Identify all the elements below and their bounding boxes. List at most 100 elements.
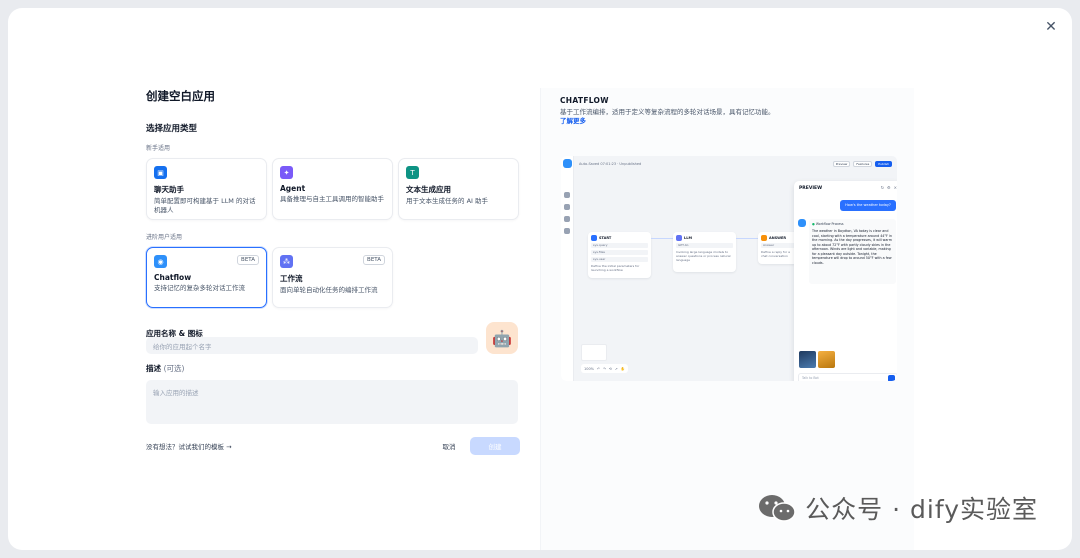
app-type-card-workflow[interactable]: ⁂ BETA 工作流 面向单轮自动化任务的编排工作流: [272, 247, 393, 308]
chat-preview-panel: PREVIEW ↻ ⚙ × How's the weather today? ●…: [794, 181, 897, 381]
node-var: sys.user: [591, 257, 648, 262]
edge: [651, 238, 673, 239]
preview-sidebar: [561, 156, 574, 381]
app-type-card-text-generation[interactable]: T 文本生成应用 用于文本生成任务的 AI 助手: [398, 158, 519, 220]
minimap: [581, 344, 607, 361]
agent-icon: ✦: [280, 166, 293, 179]
pointer-icon: ➚: [614, 366, 618, 371]
close-icon[interactable]: ✕: [1040, 16, 1062, 38]
learn-more-link[interactable]: 了解更多: [560, 117, 586, 125]
card-desc: 用于文本生成任务的 AI 助手: [406, 197, 488, 205]
preview-type: CHATFLOW: [560, 96, 609, 105]
card-title: Chatflow: [154, 273, 192, 282]
node-var: sys.query: [591, 243, 648, 248]
answer-node: ANSWER Answer Define a reply for a chat …: [758, 232, 798, 264]
create-button[interactable]: 创建: [470, 437, 520, 455]
monitor-icon: [564, 228, 570, 234]
refresh-icon: ↻: [880, 185, 885, 190]
wechat-icon: [759, 495, 796, 522]
app-type-card-chatflow[interactable]: ◉ BETA Chatflow 支持记忆的复杂多轮对话工作流: [146, 247, 267, 308]
history-icon: ⟲: [608, 366, 612, 371]
card-title: 文本生成应用: [406, 185, 451, 194]
node-note: Invoking large language models to answer…: [676, 250, 731, 262]
close-icon: ×: [893, 185, 897, 190]
advanced-label: 进阶用户适用: [146, 234, 183, 241]
app-type-card-agent[interactable]: ✦ Agent 具备推理与自主工具调用的智能助手: [272, 158, 393, 220]
toolbar-preview: Preview: [832, 160, 851, 167]
mountain-image: [799, 351, 816, 368]
beta-badge: BETA: [363, 255, 385, 265]
cancel-button[interactable]: 取消: [434, 437, 464, 455]
card-desc: 具备推理与自主工具调用的智能助手: [280, 195, 384, 203]
desc-optional: (可选): [163, 364, 185, 373]
watermark: 公众号 · dify实验室: [757, 490, 1038, 526]
desc-label: 描述 (可选): [146, 363, 520, 374]
node-title: START: [599, 236, 612, 240]
app-name-input[interactable]: 给你的应用起个名字: [146, 337, 478, 354]
card-title: Agent: [280, 184, 306, 193]
bot-avatar: [798, 219, 806, 227]
user-message: How's the weather today?: [840, 200, 896, 211]
desc-field-group: 描述 (可选) 输入应用的描述: [146, 363, 520, 424]
node-title: ANSWER: [769, 236, 787, 240]
template-link[interactable]: 没有想法？试试我们的模板 →: [146, 441, 232, 451]
app-type-title: 选择应用类型: [146, 124, 198, 134]
chatflow-preview-image: Auto-Saved 07:01:23 · Unpublished Previe…: [561, 156, 897, 381]
llm-node: LLM GPT-4o Invoking large language model…: [673, 232, 736, 272]
start-icon: [591, 235, 597, 241]
card-desc: 支持记忆的复杂多轮对话工作流: [154, 284, 245, 292]
redo-icon: ↷: [602, 366, 606, 371]
desc-label-text: 描述: [146, 364, 161, 373]
chat-input-placeholder: Talk to Bot: [802, 376, 819, 380]
preview-desc-text: 基于工作流编排，适用于定义等复杂流程的多轮对话场景，具有记忆功能。: [560, 108, 775, 116]
node-model: GPT-4o: [676, 243, 733, 248]
undo-icon: ↶: [597, 366, 600, 371]
node-var: Answer: [761, 243, 795, 248]
panel-toolbar: ↻ ⚙ ×: [881, 185, 897, 190]
node-note: Define the initial parameters for launch…: [591, 264, 640, 272]
dialog-footer: 没有想法？试试我们的模板 → 取消 创建: [146, 437, 520, 455]
panel-title: PREVIEW: [799, 186, 823, 191]
watermark-text: 公众号 · dify实验室: [805, 495, 1038, 524]
node-title: LLM: [684, 236, 692, 240]
autosave-text: Auto-Saved 07:01:23 · Unpublished: [579, 161, 642, 166]
toolbar-features: Features: [853, 160, 873, 167]
advanced-cards: ◉ BETA Chatflow 支持记忆的复杂多轮对话工作流 ⁂ BETA 工作…: [146, 247, 520, 308]
answer-icon: [761, 235, 767, 241]
chat-bubble-icon: ▣: [154, 166, 167, 179]
app-description-textarea[interactable]: 输入应用的描述: [146, 380, 518, 424]
edge: [736, 238, 758, 239]
text-generation-icon: T: [406, 166, 419, 179]
card-title: 工作流: [280, 274, 303, 283]
api-icon: [564, 204, 570, 210]
llm-icon: [676, 235, 682, 241]
workflow-process-tag: ● Workflow Process: [812, 222, 893, 226]
hand-icon: ✋: [620, 366, 626, 371]
orchestrate-icon: [564, 192, 570, 198]
node-note: Define a reply for a chat conversation: [761, 250, 790, 258]
chatflow-icon: ◉: [154, 255, 167, 268]
beta-badge: BETA: [237, 255, 259, 265]
preview-desc: 基于工作流编排，适用于定义等复杂流程的多轮对话场景，具有记忆功能。 了解更多: [560, 108, 775, 126]
logs-icon: [564, 216, 570, 222]
app-icon-picker[interactable]: 🤖: [486, 322, 518, 354]
workflow-tag-text: Workflow Process: [815, 222, 844, 226]
image-attachments: [799, 351, 835, 368]
beginner-label: 新手适用: [146, 145, 171, 152]
workflow-icon: ⁂: [280, 255, 293, 268]
app-logo-icon: [562, 159, 572, 168]
zoom-bar: 100% ↶ ↷ ⟲ ➚ ✋: [581, 364, 629, 373]
dialog-title: 创建空白应用: [146, 89, 215, 103]
app-type-card-chatbot[interactable]: ▣ 聊天助手 简单配置即可构建基于 LLM 的对话机器人: [146, 158, 267, 220]
desert-image: [818, 351, 835, 368]
preview-pane: CHATFLOW 基于工作流编排，适用于定义等复杂流程的多轮对话场景，具有记忆功…: [540, 88, 914, 550]
card-title: 聊天助手: [154, 185, 184, 194]
card-desc: 简单配置即可构建基于 LLM 的对话机器人: [154, 197, 256, 214]
create-form: 创建空白应用 选择应用类型 新手适用 ▣ 聊天助手 简单配置即可构建基于 LLM…: [146, 88, 520, 455]
bot-message: ● Workflow Process The weather in Boydto…: [809, 219, 896, 284]
node-var: sys.files: [591, 250, 648, 255]
check-icon: ●: [812, 222, 815, 226]
settings-icon: ⚙: [887, 185, 891, 190]
card-desc: 面向单轮自动化任务的编排工作流: [280, 286, 378, 294]
start-node: START sys.query sys.files sys.user Defin…: [588, 232, 651, 278]
